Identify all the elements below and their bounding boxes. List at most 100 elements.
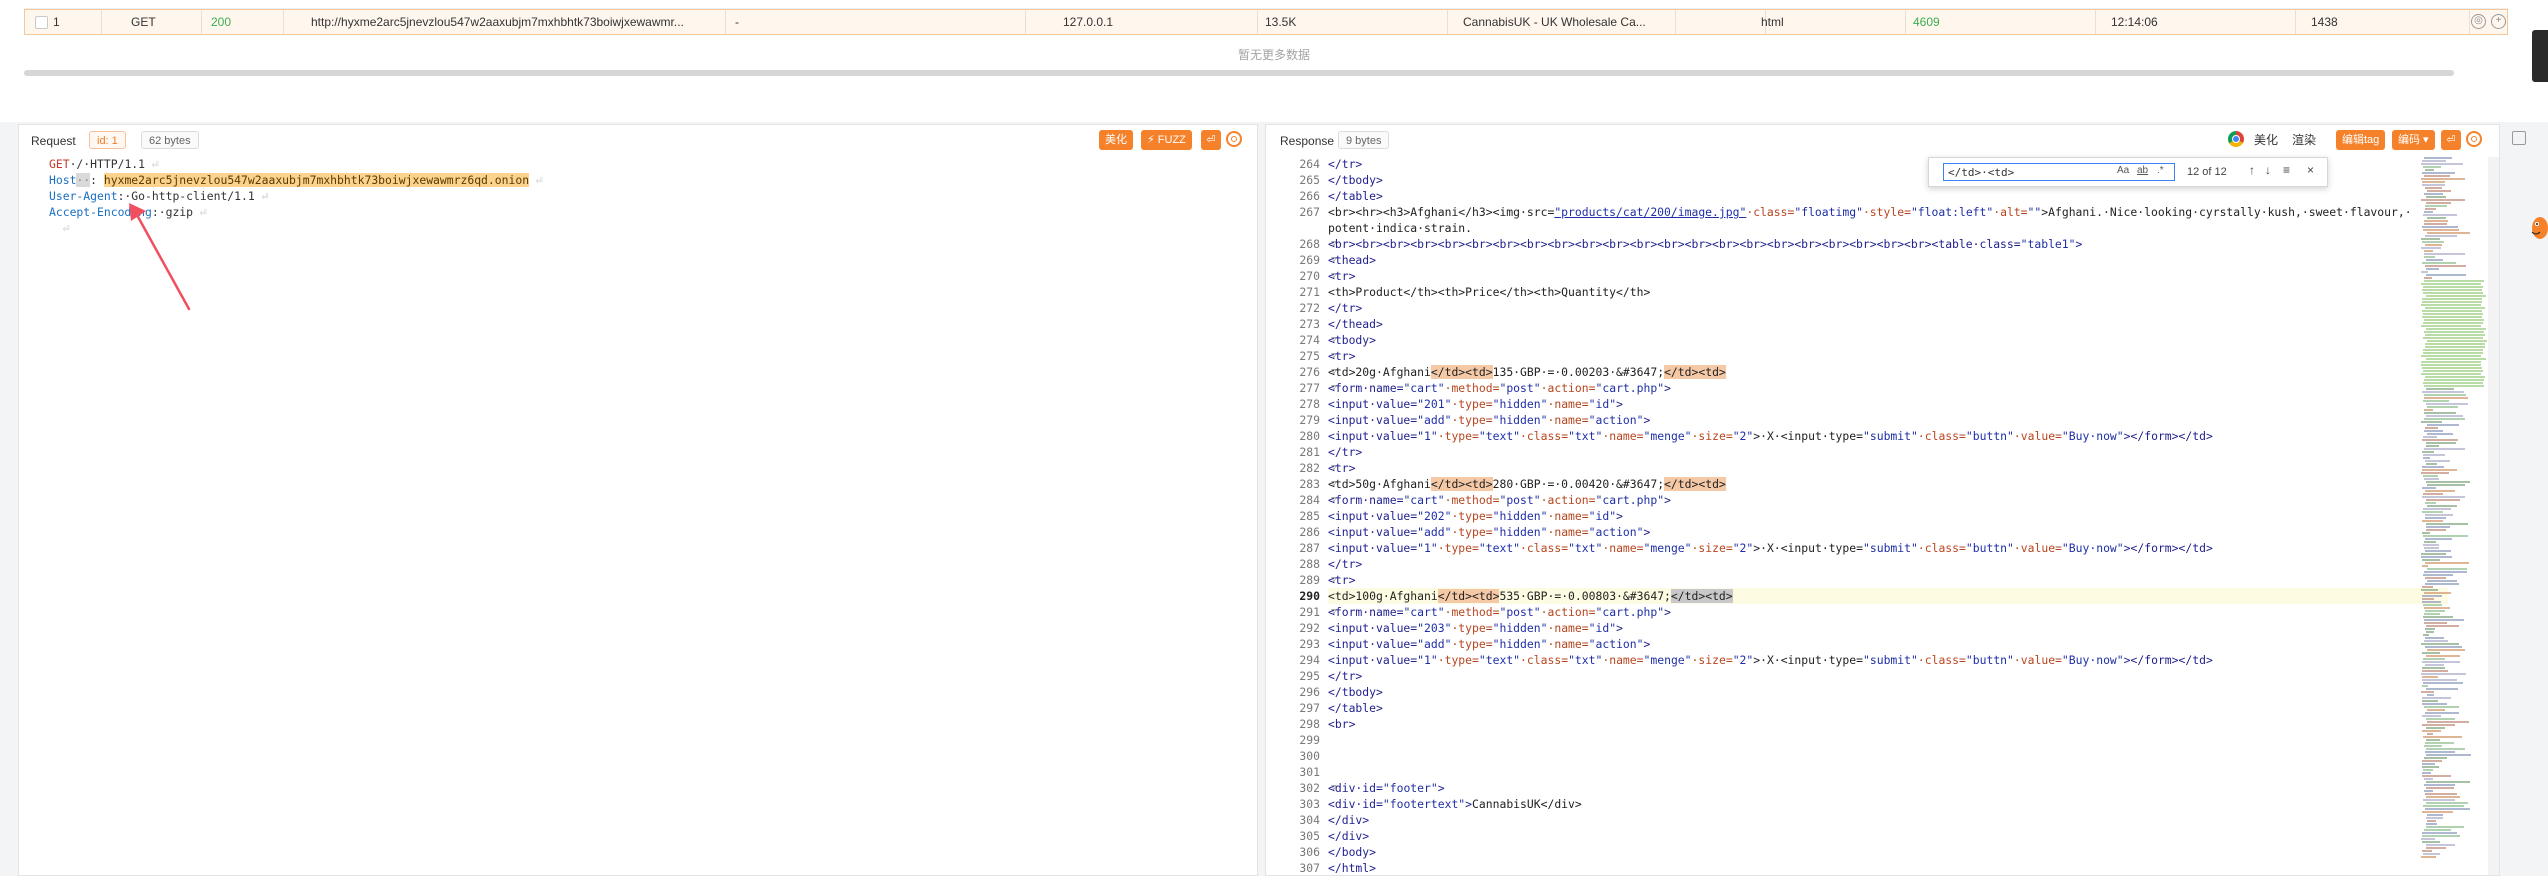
minimap-line [2423, 277, 2433, 279]
fuzz-button[interactable]: ⚡ FUZZ [1141, 130, 1192, 150]
code-line: <div·id="footertext">CannabisUK</div> [1328, 797, 1582, 811]
line-number: 297 [1299, 701, 1320, 715]
minimap-line [2423, 280, 2484, 282]
minimap-line [2422, 544, 2439, 546]
search-match: </td><td> [1430, 365, 1493, 379]
minimap-line [2423, 757, 2448, 759]
minimap-line [2426, 202, 2452, 204]
minimap-line [2426, 442, 2457, 444]
line-number: 302 [1299, 781, 1320, 795]
response-editor[interactable]: </tr> </tbody> </table> <br><hr><h3>Afghani… [1328, 156, 2448, 875]
minimap-line [2425, 802, 2468, 804]
minimap-line [2421, 421, 2443, 423]
table-horizontal-scrollbar[interactable] [24, 70, 2454, 76]
code-line: <tr> [1328, 269, 1356, 283]
mascot-icon [2531, 217, 2548, 239]
minimap-line [2425, 343, 2486, 345]
minimap-line [2422, 574, 2454, 576]
row-checkbox[interactable] [35, 16, 48, 29]
minimap-line [2426, 820, 2437, 822]
minimap-line [2421, 451, 2435, 453]
match-case-toggle[interactable]: Aa [2117, 165, 2129, 176]
minimap-line [2426, 463, 2437, 465]
minimap-line [2424, 550, 2451, 552]
table-row-partial [24, 0, 2508, 9]
minimap-line [2423, 613, 2440, 615]
minimap-line [2425, 727, 2446, 729]
code-line: <input·value="add"·type="hidden"·name="a… [1328, 525, 1651, 539]
minimap-line [2422, 679, 2458, 681]
minimap-line [2423, 337, 2484, 339]
minimap-line [2425, 187, 2443, 189]
minimap-line [2421, 556, 2452, 558]
browser-chrome-icon[interactable] [2228, 131, 2244, 147]
minimap-line [2421, 775, 2452, 777]
response-wrap-button[interactable]: ⏎ [2441, 130, 2461, 150]
minimap-line [2421, 670, 2449, 672]
minimap-line [2422, 532, 2431, 534]
previous-match-icon[interactable]: ↑ [2249, 163, 2255, 177]
minimap-line [2425, 445, 2440, 447]
line-number: 295 [1299, 669, 1320, 683]
minimap-line [2421, 310, 2482, 312]
minimap-line [2425, 490, 2455, 492]
minimap-line [2423, 313, 2484, 315]
minimap-line [2422, 565, 2429, 567]
minimap-line [2422, 292, 2483, 294]
find-in-selection-icon[interactable]: ≡ [2283, 163, 2290, 177]
minimap-line [2424, 745, 2443, 747]
find-close-icon[interactable]: × [2307, 163, 2314, 177]
minimap-line [2423, 400, 2450, 402]
code-line: </table> [1328, 701, 1383, 715]
side-dark-tab[interactable] [2532, 30, 2548, 82]
encode-button[interactable]: 编码 ▾ [2392, 130, 2435, 150]
minimap-line [2423, 475, 2439, 477]
minimap-line [2424, 592, 2452, 594]
whole-word-toggle[interactable]: ab [2137, 165, 2148, 176]
line-number: 271 [1299, 285, 1320, 299]
response-beautify-button[interactable]: 美化 [2250, 130, 2282, 150]
beautify-button[interactable]: 美化 [1099, 130, 1133, 150]
next-match-icon[interactable]: ↓ [2265, 163, 2271, 177]
minimap-line [2423, 253, 2465, 255]
line-number: 290 [1299, 589, 1320, 603]
code-minimap[interactable] [2421, 157, 2499, 875]
request-wrap-button[interactable]: ⏎ [1201, 130, 1221, 150]
code-line: <input·value="1"·type="text"·class="txt"… [1328, 653, 2213, 667]
line-number: 274 [1299, 333, 1320, 347]
minimap-line [2422, 616, 2454, 618]
minimap-line [2425, 847, 2446, 849]
search-match: </td><td> [1664, 477, 1726, 491]
minimap-line [2421, 487, 2436, 489]
minimap-line [2424, 169, 2434, 171]
response-settings-icon[interactable] [2466, 131, 2482, 147]
line-number: 293 [1299, 637, 1320, 651]
regex-toggle[interactable]: .* [2157, 165, 2164, 176]
minimap-line [2421, 559, 2440, 561]
line-number: 305 [1299, 829, 1320, 843]
minimap-line [2423, 604, 2442, 606]
minimap-line [2426, 721, 2469, 723]
minimap-line [2422, 226, 2459, 228]
table-row[interactable]: 1 GET 200 http://hyxme2arc5jnevzlou547w2… [24, 9, 2508, 35]
code-line: <tr> [1328, 573, 1356, 587]
panel-layout-icon[interactable] [2512, 131, 2526, 145]
minimap-line [2423, 157, 2453, 159]
search-match: </td><td> [1664, 365, 1726, 379]
render-button[interactable]: 渲染 [2288, 130, 2320, 150]
minimap-line [2426, 481, 2471, 483]
traffic-table: 1 GET 200 http://hyxme2arc5jnevzlou547w2… [0, 0, 2548, 122]
row-duration: 1438 [2311, 15, 2338, 29]
line-number: 300 [1299, 749, 1320, 763]
minimap-line [2422, 367, 2483, 369]
request-settings-icon[interactable] [1226, 131, 1242, 147]
minimap-line [2423, 319, 2484, 321]
minimap-line [2426, 733, 2433, 735]
edit-tag-button[interactable]: 编辑tag [2336, 130, 2386, 150]
row-view-icon[interactable]: ◎ [2471, 14, 2486, 29]
minimap-line [2422, 457, 2431, 459]
minimap-line [2425, 523, 2469, 525]
minimap-line [2424, 547, 2440, 549]
row-add-icon[interactable]: + [2491, 14, 2506, 29]
minimap-line [2425, 817, 2443, 819]
